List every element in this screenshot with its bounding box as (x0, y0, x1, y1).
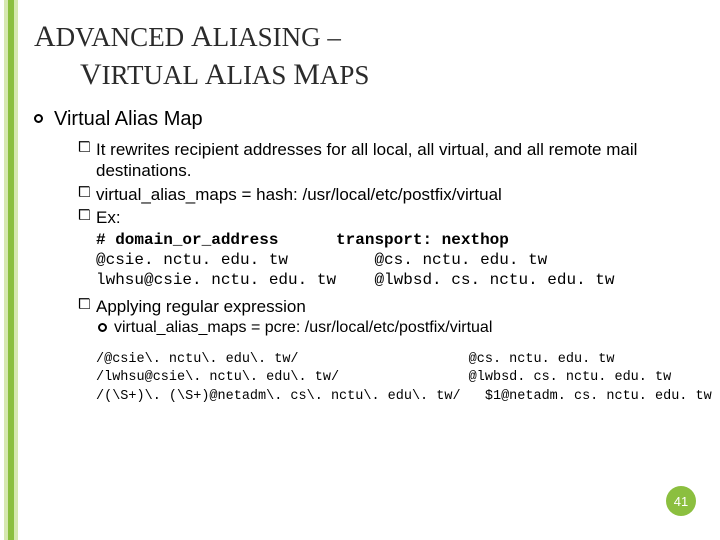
slide: ADVANCED ALIASING – VIRTUAL ALIAS MAPS V… (0, 0, 720, 540)
example-row: lwhsu@csie. nctu. edu. tw @lwbsd. cs. nc… (96, 270, 694, 290)
title-cap: A (205, 58, 227, 91)
title-cap: V (80, 58, 102, 91)
page-number: 41 (674, 494, 688, 509)
example-row: @csie. nctu. edu. tw @cs. nctu. edu. tw (96, 250, 694, 270)
level-2-block: It rewrites recipient addresses for all … (78, 139, 694, 228)
page-number-badge: 41 (666, 486, 696, 516)
title-cap: A (191, 20, 213, 53)
regex-row: /lwhsu@csie\. nctu\. edu\. tw/ @lwbsd. c… (96, 369, 694, 387)
title-dash: – (327, 22, 341, 52)
title-line-1: ADVANCED ALIASING – (34, 18, 674, 56)
slide-title: ADVANCED ALIASING – VIRTUAL ALIAS MAPS (34, 18, 674, 93)
heading-level-1: Virtual Alias Map (34, 108, 694, 131)
regex-row: /@csie\. nctu\. edu\. tw/ @cs. nctu. edu… (96, 351, 694, 369)
bullet-rewrites: It rewrites recipient addresses for all … (78, 139, 694, 182)
bullet-regex: Applying regular expression (78, 296, 694, 317)
title-cap: M (293, 58, 320, 91)
title-line-2: VIRTUAL ALIAS MAPS (34, 56, 674, 94)
title-rest: LIASING (213, 22, 321, 52)
slide-body: Virtual Alias Map It rewrites recipient … (34, 108, 694, 406)
title-rest: IRTUAL (102, 60, 198, 90)
decor-stripe-inner (8, 0, 14, 540)
bullet-maps-pcre: virtual_alias_maps = pcre: /usr/local/et… (96, 319, 694, 337)
bullet-maps-hash: virtual_alias_maps = hash: /usr/local/et… (78, 184, 694, 205)
level-2-block: Applying regular expression (78, 296, 694, 317)
example-header: # domain_or_address transport: nexthop (96, 230, 694, 250)
title-cap: A (34, 20, 56, 53)
bullet-example: Ex: (78, 207, 694, 228)
title-rest: DVANCED (56, 22, 185, 52)
regex-row: /(\S+)\. (\S+)@netadm\. cs\. nctu\. edu\… (96, 388, 694, 406)
spacer (34, 343, 694, 351)
title-rest: APS (320, 60, 370, 90)
title-rest: LIAS (226, 60, 286, 90)
